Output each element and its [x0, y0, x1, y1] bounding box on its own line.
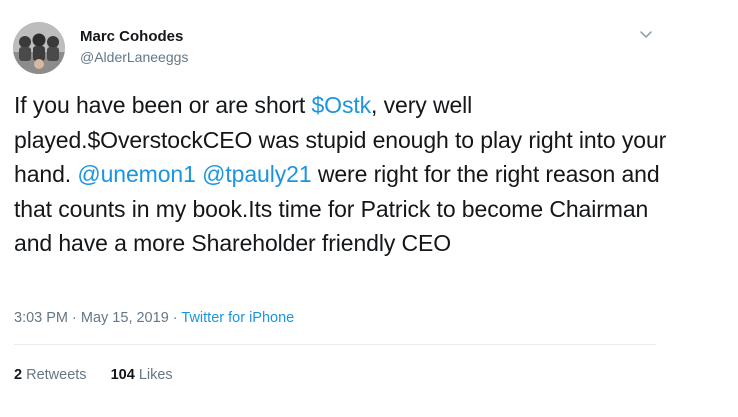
- likes-count: 104: [110, 367, 135, 383]
- meta-separator: ·: [168, 310, 182, 326]
- tweet-link[interactable]: @unemon1: [77, 161, 196, 187]
- tweet-link[interactable]: @tpauly21: [202, 161, 312, 187]
- display-name[interactable]: Marc Cohodes: [80, 27, 188, 46]
- meta-separator: ·: [68, 310, 81, 326]
- tweet-link[interactable]: $Ostk: [311, 92, 371, 118]
- author-block[interactable]: Marc Cohodes @AlderLaneeggs: [80, 27, 188, 67]
- profile-photo-icon: [13, 22, 65, 74]
- retweets-stat[interactable]: 2 Retweets: [14, 367, 87, 383]
- avatar[interactable]: [13, 22, 65, 74]
- tweet-meta: 3:03 PM · May 15, 2019 · Twitter for iPh…: [14, 308, 294, 328]
- tweet-date[interactable]: May 15, 2019: [81, 310, 169, 326]
- retweets-count: 2: [14, 367, 23, 383]
- retweets-label: Retweets: [26, 367, 87, 383]
- divider: [14, 344, 656, 345]
- user-handle[interactable]: @AlderLaneeggs: [80, 48, 188, 67]
- chevron-down-icon[interactable]: [638, 26, 654, 42]
- tweet-card: Marc Cohodes @AlderLaneeggs If you have …: [0, 0, 738, 417]
- likes-stat[interactable]: 104 Likes: [111, 367, 173, 383]
- tweet-stats: 2 Retweets 104 Likes: [14, 365, 193, 385]
- likes-label: Likes: [138, 367, 173, 383]
- tweet-text-segment: If you have been or are short: [14, 92, 312, 118]
- tweet-time[interactable]: 3:03 PM: [14, 310, 68, 326]
- tweet-text: If you have been or are short $Ostk, ver…: [14, 88, 674, 261]
- tweet-source-link[interactable]: Twitter for iPhone: [181, 310, 294, 326]
